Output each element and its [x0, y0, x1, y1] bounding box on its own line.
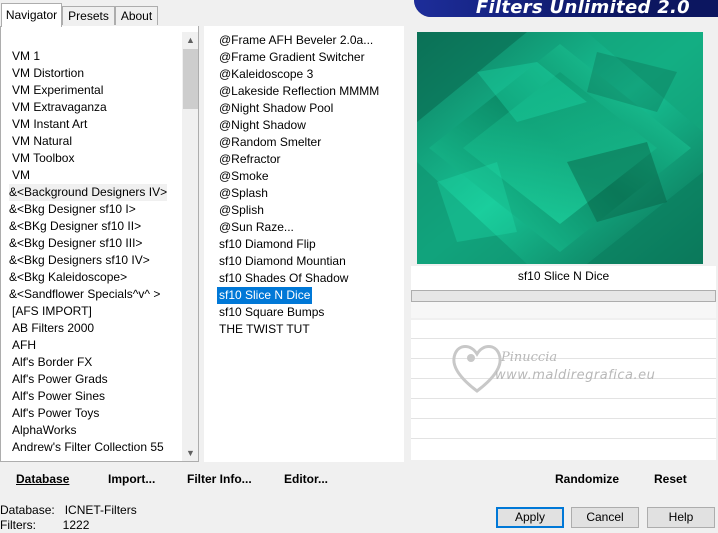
filter-item[interactable]: sf10 Square Bumps — [217, 304, 326, 321]
selected-filter-name: sf10 Slice N Dice — [411, 266, 716, 290]
category-item[interactable]: VM Extravaganza — [12, 99, 107, 116]
category-item[interactable]: VM Toolbox — [12, 150, 74, 167]
category-item[interactable]: &<Bkg Designer sf10 I> — [9, 201, 136, 218]
filter-item[interactable]: @Splash — [217, 185, 270, 202]
filter-item[interactable]: sf10 Shades Of Shadow — [217, 270, 350, 287]
filter-item-selected[interactable]: sf10 Slice N Dice — [217, 287, 313, 304]
category-item[interactable]: Alf's Power Sines — [12, 388, 105, 405]
apply-button[interactable]: Apply — [496, 507, 564, 528]
category-item[interactable]: &<Bkg Designers sf10 IV> — [9, 252, 150, 269]
filter-item[interactable]: @Kaleidoscope 3 — [217, 66, 315, 83]
category-item[interactable]: AFH — [12, 337, 36, 354]
category-item[interactable]: &<Bkg Kaleidoscope> — [9, 269, 127, 286]
import-button[interactable]: Import... — [108, 472, 155, 486]
database-value: ICNET-Filters — [64, 503, 137, 517]
editor-button[interactable]: Editor... — [284, 472, 328, 486]
tab-navigator[interactable]: Navigator — [1, 3, 62, 27]
watermark-logo: Pinuccia www.maldiregrafica.eu — [447, 336, 707, 396]
database-label: Database: — [0, 503, 55, 517]
filter-item[interactable]: @Night Shadow — [217, 117, 308, 134]
help-button[interactable]: Help — [647, 507, 715, 528]
category-item-selected[interactable]: &<Background Designers IV> — [9, 184, 168, 201]
category-item[interactable]: [AFS IMPORT] — [12, 303, 92, 320]
filter-item[interactable]: @Splish — [217, 202, 266, 219]
filter-item[interactable]: @Night Shadow Pool — [217, 100, 335, 117]
filter-item[interactable]: @Smoke — [217, 168, 271, 185]
filter-preview-image — [417, 32, 703, 264]
status-area: Database: ICNET-Filters Filters: 1222 — [0, 503, 137, 533]
filter-list-panel: @Frame AFH Beveler 2.0a... @Frame Gradien… — [204, 26, 404, 462]
filter-item[interactable]: sf10 Diamond Mountian — [217, 253, 348, 270]
preview-button-row: Randomize Reset — [409, 463, 718, 495]
scrollbar-thumb[interactable] — [183, 49, 198, 109]
category-item[interactable]: VM 1 — [12, 48, 40, 65]
filters-label: Filters: — [0, 518, 36, 532]
category-scrollbar[interactable]: ▲ ▼ — [182, 32, 198, 461]
list-button-row: Database Import... Filter Info... Editor… — [0, 463, 404, 495]
category-list-panel: VM 1 VM Distortion VM Experimental VM Extra… — [0, 26, 199, 462]
scroll-up-icon[interactable]: ▲ — [182, 32, 198, 49]
reset-button[interactable]: Reset — [654, 472, 687, 486]
filter-item[interactable]: sf10 Diamond Flip — [217, 236, 318, 253]
progress-bar — [411, 290, 716, 302]
category-item[interactable]: Andrew's Filter Collection 55 — [12, 439, 164, 456]
app-title-banner: Filters Unlimited 2.0 — [414, 0, 718, 17]
spacer — [411, 302, 716, 318]
category-item[interactable]: VM — [12, 167, 30, 184]
category-item[interactable]: AlphaWorks — [12, 422, 76, 439]
category-item[interactable]: Alf's Power Grads — [12, 371, 108, 388]
scroll-down-icon[interactable]: ▼ — [182, 445, 198, 461]
watermark-name: Pinuccia — [501, 350, 558, 365]
filters-value: 1222 — [62, 518, 90, 532]
category-item[interactable]: AB Filters 2000 — [12, 320, 94, 337]
watermark-url: www.maldiregrafica.eu — [495, 368, 656, 383]
filter-item[interactable]: @Random Smelter — [217, 134, 323, 151]
filter-item[interactable]: @Frame Gradient Switcher — [217, 49, 367, 66]
category-item[interactable]: VM Experimental — [12, 82, 103, 99]
category-item[interactable]: Alf's Power Toys — [12, 405, 99, 422]
cancel-button[interactable]: Cancel — [571, 507, 639, 528]
app-title: Filters Unlimited 2.0 — [475, 0, 690, 17]
preview-panel: sf10 Slice N Dice Pinuccia www.maldiregr… — [409, 26, 718, 462]
tab-presets[interactable]: Presets — [62, 6, 115, 25]
filter-item[interactable]: @Lakeside Reflection MMMM — [217, 83, 381, 100]
category-item[interactable]: Alf's Border FX — [12, 354, 92, 371]
category-item[interactable]: &<Bkg Designer sf10 III> — [9, 235, 142, 252]
category-item[interactable]: VM Distortion — [12, 65, 84, 82]
filter-item[interactable]: @Frame AFH Beveler 2.0a... — [217, 32, 375, 49]
category-item[interactable]: VM Instant Art — [12, 116, 87, 133]
filter-item[interactable]: @Refractor — [217, 151, 283, 168]
filter-item[interactable]: @Sun Raze... — [217, 219, 296, 236]
database-button[interactable]: Database — [16, 472, 69, 486]
randomize-button[interactable]: Randomize — [555, 472, 619, 486]
filter-info-button[interactable]: Filter Info... — [187, 472, 252, 486]
tab-about[interactable]: About — [115, 6, 158, 25]
filter-item[interactable]: THE TWIST TUT — [217, 321, 312, 338]
category-item[interactable]: VM Natural — [12, 133, 72, 150]
category-item[interactable]: &<Sandflower Specials^v^ > — [9, 286, 160, 303]
tab-strip: Navigator Presets About — [0, 0, 400, 27]
category-item[interactable]: &<BKg Designer sf10 II> — [9, 218, 141, 235]
